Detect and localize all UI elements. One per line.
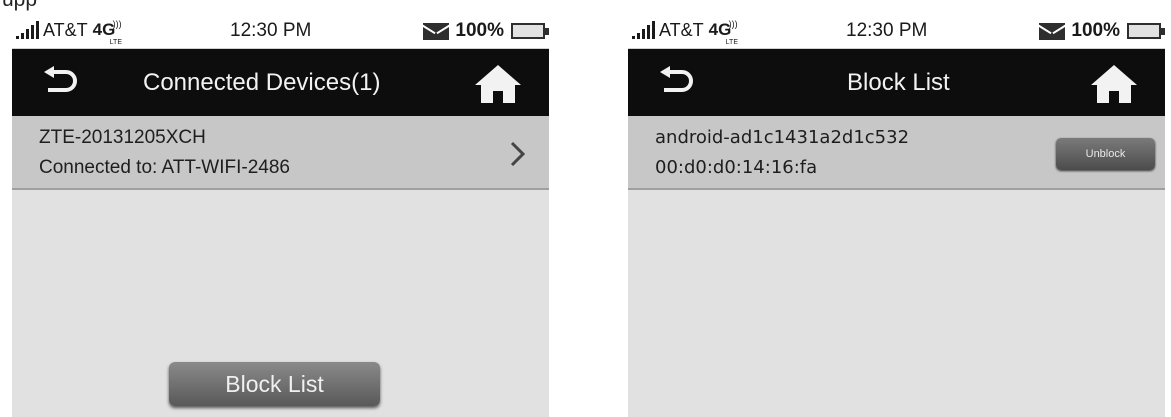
status-bar: AT&T 4G ))) LTE 12:30 PM 100% xyxy=(12,14,549,49)
device-list-item[interactable]: ZTE-20131205XCH Connected to: ATT-WIFI-2… xyxy=(12,116,549,190)
block-list-button[interactable]: Block List xyxy=(169,362,380,406)
connected-devices-screen: AT&T 4G ))) LTE 12:30 PM 100% Connected … xyxy=(12,14,549,417)
caption-fragment: upp xyxy=(0,0,240,14)
signal-icon xyxy=(632,21,655,39)
battery-icon xyxy=(511,23,549,39)
back-icon[interactable] xyxy=(40,66,80,100)
home-icon[interactable] xyxy=(473,63,523,105)
device-connection: Connected to: ATT-WIFI-2486 xyxy=(39,157,290,178)
block-list-screen: AT&T 4G ))) LTE 12:30 PM 100% Block List… xyxy=(628,14,1165,417)
lte-icon: 4G ))) LTE xyxy=(93,19,122,46)
status-bar: AT&T 4G ))) LTE 12:30 PM 100% xyxy=(628,14,1165,49)
unblock-button[interactable]: Unblock xyxy=(1056,138,1155,170)
battery-percent: 100% xyxy=(455,20,504,41)
battery-percent: 100% xyxy=(1071,20,1120,41)
title-bar: Connected Devices(1) xyxy=(12,49,549,116)
lte-icon: 4G ))) LTE xyxy=(709,19,738,46)
device-name: android-ad1c1431a2d1c532 xyxy=(655,127,910,148)
battery-icon xyxy=(1127,23,1165,39)
home-icon[interactable] xyxy=(1089,63,1139,105)
page-title: Connected Devices(1) xyxy=(143,69,381,96)
chevron-right-icon[interactable] xyxy=(509,140,527,168)
blocked-device-item: android-ad1c1431a2d1c532 00:d0:d0:14:16:… xyxy=(628,116,1165,190)
carrier-label: AT&T xyxy=(43,20,88,40)
status-time: 12:30 PM xyxy=(846,20,928,41)
title-bar: Block List xyxy=(628,49,1165,116)
signal-icon xyxy=(16,21,39,39)
mail-icon xyxy=(423,22,450,40)
device-name: ZTE-20131205XCH xyxy=(39,127,206,148)
device-mac: 00:d0:d0:14:16:fa xyxy=(655,157,818,178)
page-title: Block List xyxy=(847,69,950,96)
status-time: 12:30 PM xyxy=(230,20,312,41)
carrier-label: AT&T xyxy=(659,20,704,40)
back-icon[interactable] xyxy=(656,66,696,100)
mail-icon xyxy=(1039,22,1066,40)
